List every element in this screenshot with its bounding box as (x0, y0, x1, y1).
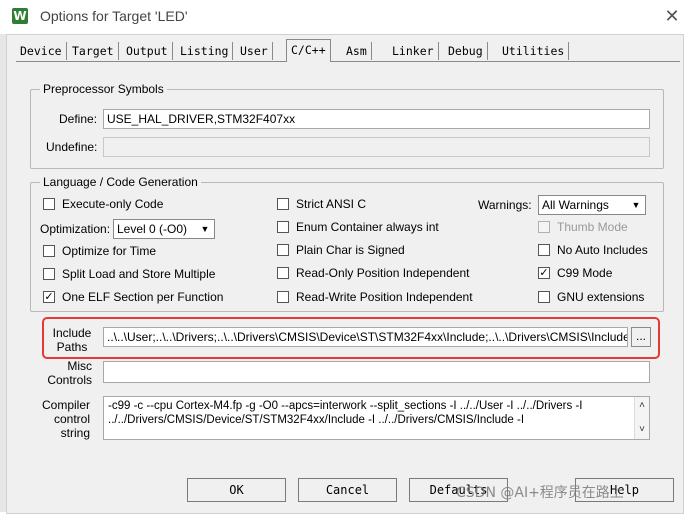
enum-container-label: Enum Container always int (296, 220, 439, 234)
warnings-select[interactable]: All Warnings ▼ (538, 195, 646, 215)
tab-output[interactable]: Output (122, 42, 173, 60)
tab-listing[interactable]: Listing (176, 42, 234, 60)
preprocessor-group-title: Preprocessor Symbols (40, 82, 167, 96)
tab-linker[interactable]: Linker (388, 42, 439, 60)
undefine-label: Undefine: (46, 140, 98, 154)
include-paths-input[interactable]: ..\..\User;..\..\Drivers;..\..\Drivers\C… (103, 327, 628, 347)
preprocessor-group (30, 89, 664, 169)
thumb-mode-label: Thumb Mode (557, 220, 628, 234)
no-auto-includes-checkbox[interactable] (538, 244, 550, 256)
execute-only-checkbox[interactable] (43, 198, 55, 210)
split-load-label: Split Load and Store Multiple (62, 267, 216, 281)
checkmark-icon: ✓ (539, 267, 549, 279)
plain-char-checkbox[interactable] (277, 244, 289, 256)
warnings-value: All Warnings (542, 198, 609, 212)
language-group-title: Language / Code Generation (40, 175, 201, 189)
split-load-checkbox[interactable] (43, 268, 55, 280)
rwpi-label: Read-Write Position Independent (296, 290, 473, 304)
misc-controls-input[interactable] (103, 361, 650, 383)
checkmark-icon: ✓ (44, 291, 54, 303)
misc-controls-label-line2: Controls (47, 373, 92, 387)
optimization-value: Level 0 (-O0) (117, 222, 188, 236)
include-paths-label-line1: Include (52, 326, 92, 340)
rwpi-checkbox[interactable] (277, 291, 289, 303)
tab-underline (16, 61, 680, 62)
compiler-control-label-line1: Compiler (41, 398, 90, 412)
window-title: Options for Target 'LED' (40, 8, 188, 24)
warnings-label: Warnings: (478, 198, 532, 212)
compiler-control-label-line2: control (53, 412, 90, 426)
include-paths-label-line2: Paths (56, 340, 88, 354)
optimize-time-checkbox[interactable] (43, 245, 55, 257)
compiler-control-line1: -c99 -c --cpu Cortex-M4.fp -g -O0 --apcs… (108, 400, 583, 412)
app-icon: W (12, 8, 28, 24)
scroll-up-icon[interactable]: ˄ (635, 399, 649, 413)
scrollbar[interactable]: ˄ ˅ (634, 397, 649, 439)
optimization-label: Optimization: (40, 222, 111, 236)
enum-container-checkbox[interactable] (277, 221, 289, 233)
misc-controls-label-line1: Misc (67, 359, 92, 373)
plain-char-label: Plain Char is Signed (296, 243, 405, 257)
compiler-control-textarea[interactable]: -c99 -c --cpu Cortex-M4.fp -g -O0 --apcs… (103, 396, 650, 440)
optimization-select[interactable]: Level 0 (-O0) ▼ (113, 219, 215, 239)
tab-target[interactable]: Target (68, 42, 119, 60)
chevron-down-icon: ▼ (631, 200, 641, 210)
ok-button[interactable]: OK (187, 478, 286, 502)
tab-user[interactable]: User (236, 42, 273, 60)
compiler-control-line2: ../../Drivers/CMSIS/Device/ST/STM32F4xx/… (108, 414, 525, 426)
optimize-time-label: Optimize for Time (62, 244, 157, 258)
gnu-extensions-label: GNU extensions (557, 290, 645, 304)
tab-debug[interactable]: Debug (444, 42, 488, 60)
chevron-down-icon: ▼ (200, 224, 210, 234)
strict-ansi-label: Strict ANSI C (296, 197, 367, 211)
tab-device[interactable]: Device (16, 42, 67, 60)
gnu-extensions-checkbox[interactable] (538, 291, 550, 303)
undefine-input[interactable] (103, 137, 650, 157)
watermark: CSDN @AI+程序员在路上 (456, 485, 624, 501)
define-input[interactable]: USE_HAL_DRIVER,STM32F407xx (103, 109, 650, 129)
cancel-button[interactable]: Cancel (298, 478, 397, 502)
include-paths-browse-button[interactable]: ... (631, 327, 651, 347)
no-auto-includes-label: No Auto Includes (557, 243, 648, 257)
scroll-down-icon[interactable]: ˅ (635, 423, 649, 437)
ropi-checkbox[interactable] (277, 267, 289, 279)
thumb-mode-checkbox[interactable] (538, 221, 550, 233)
tab-utilities[interactable]: Utilities (498, 42, 570, 60)
strict-ansi-checkbox[interactable] (277, 198, 289, 210)
c99-mode-label: C99 Mode (557, 266, 613, 280)
one-elf-checkbox[interactable]: ✓ (43, 291, 55, 303)
compiler-control-label-line3: string (60, 426, 90, 440)
c99-mode-checkbox[interactable]: ✓ (538, 267, 550, 279)
define-label: Define: (59, 112, 98, 126)
close-icon[interactable]: ✕ (660, 5, 684, 27)
ropi-label: Read-Only Position Independent (296, 266, 470, 280)
one-elf-label: One ELF Section per Function (62, 290, 224, 304)
tab-asm[interactable]: Asm (342, 42, 372, 60)
execute-only-label: Execute-only Code (62, 197, 164, 211)
tab-c-cpp[interactable]: C/C++ (286, 39, 331, 62)
